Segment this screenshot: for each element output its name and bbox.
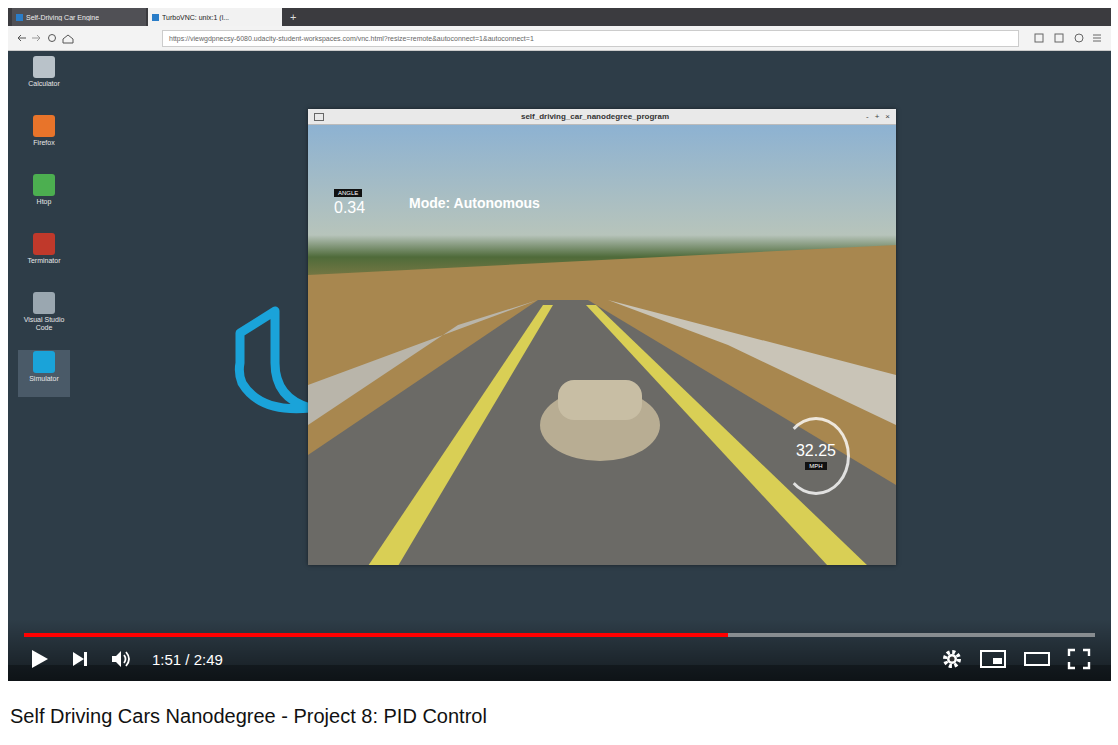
remote-desktop: Calculator Firefox Htop Terminator Visual St…	[8, 51, 1111, 681]
new-tab-button[interactable]: +	[284, 11, 302, 23]
window-title-bar: self_driving_car_nanodegree_program-+×	[308, 109, 896, 125]
page: Self-Driving Car EngineTurboVNC: unix:1 …	[0, 0, 1118, 745]
browser-tab[interactable]: TurboVNC: unix:1 (l...	[148, 8, 282, 26]
speedometer: 32.25MPH	[782, 417, 850, 495]
volume-icon[interactable]	[110, 649, 132, 669]
url-field[interactable]: https://viewgdpnecsy-6080.udacity-studen…	[162, 30, 1019, 47]
desktop-icon[interactable]: Calculator	[18, 55, 70, 102]
browser-tab-bar: Self-Driving Car EngineTurboVNC: unix:1 …	[8, 8, 1111, 26]
desktop-icon[interactable]: Simulator	[18, 350, 70, 397]
video-title: Self Driving Cars Nanodegree - Project 8…	[8, 681, 1111, 728]
favicon-icon	[152, 14, 159, 21]
scene-art	[308, 125, 896, 565]
angle-readout: ANGLE0.34	[334, 189, 365, 217]
mode-label: Mode: Autonomous	[409, 195, 540, 211]
settings-gear-icon[interactable]	[941, 648, 963, 670]
simulator-window[interactable]: self_driving_car_nanodegree_program-+×AN…	[308, 109, 896, 565]
app-icon	[33, 174, 55, 196]
udacity-logo-icon	[230, 303, 320, 423]
video-player[interactable]: Self-Driving Car EngineTurboVNC: unix:1 …	[8, 8, 1111, 681]
browser-nav-bar: https://viewgdpnecsy-6080.udacity-studen…	[8, 26, 1111, 51]
game-view: ANGLE0.34 Mode: Autonomous 32.25MPH	[308, 125, 896, 565]
theater-mode-icon[interactable]	[1023, 648, 1051, 670]
desktop-icon[interactable]: Htop	[18, 173, 70, 220]
desktop-icon[interactable]: Firefox	[18, 114, 70, 161]
app-icon	[33, 233, 55, 255]
next-icon[interactable]	[70, 649, 90, 669]
desktop-icons: Calculator Firefox Htop Terminator Visual St…	[8, 51, 70, 397]
desktop-icon[interactable]: Visual Studio Code	[18, 291, 70, 338]
time-display: 1:51 / 2:49	[152, 651, 223, 668]
play-icon[interactable]	[28, 648, 50, 670]
app-icon	[33, 115, 55, 137]
favicon-icon	[16, 14, 23, 21]
app-icon	[33, 56, 55, 78]
fullscreen-icon[interactable]	[1067, 648, 1091, 670]
toolbar-icon[interactable]	[1033, 32, 1103, 44]
window-menu-icon[interactable]	[314, 113, 324, 121]
player-controls: 1:51 / 2:49	[8, 619, 1111, 681]
app-icon	[33, 292, 55, 314]
desktop-icon[interactable]: Terminator	[18, 232, 70, 279]
window-button[interactable]: ×	[885, 112, 890, 121]
progress-bar[interactable]	[24, 633, 1095, 637]
miniplayer-icon[interactable]	[979, 648, 1007, 670]
browser-tab[interactable]: Self-Driving Car Engine	[12, 8, 146, 26]
window-button[interactable]: -	[866, 112, 869, 121]
navigation-icon[interactable]	[16, 32, 78, 44]
window-button[interactable]: +	[875, 112, 880, 121]
app-icon	[33, 351, 55, 373]
